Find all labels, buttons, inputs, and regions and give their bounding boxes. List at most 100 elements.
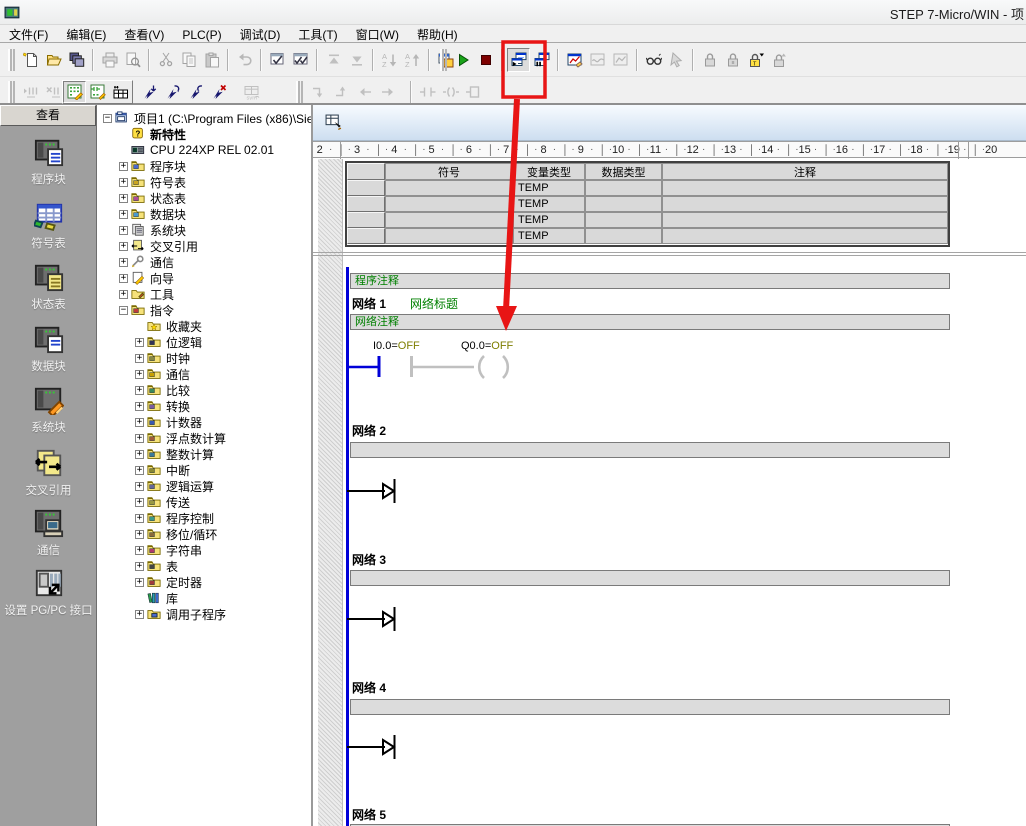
expand-expander-icon[interactable]: + <box>135 402 144 411</box>
expand-expander-icon[interactable]: + <box>135 354 144 363</box>
expand-expander-icon[interactable]: + <box>135 578 144 587</box>
download-button[interactable] <box>345 48 368 72</box>
expand-expander-icon[interactable]: + <box>119 274 128 283</box>
tree-item[interactable]: +位逻辑 <box>97 334 311 350</box>
tree-item[interactable]: +中断 <box>97 462 311 478</box>
sidebar-item-system-block[interactable]: 系统块 <box>0 385 97 435</box>
expand-expander-icon[interactable]: + <box>135 370 144 379</box>
empty-network-cursor[interactable] <box>347 476 405 506</box>
empty-network-cursor[interactable] <box>347 604 405 634</box>
lock-clear-button[interactable] <box>767 48 790 72</box>
view-symbolic-button[interactable] <box>86 81 109 103</box>
tree-item[interactable]: +程序块 <box>97 158 311 174</box>
expand-expander-icon[interactable]: + <box>119 290 128 299</box>
menu-item-help[interactable]: 帮助(H) <box>408 25 467 42</box>
tree-item[interactable]: CPU 224XP REL 02.01 <box>97 142 311 158</box>
symbol-cell[interactable] <box>385 212 513 228</box>
cursor-down-button[interactable] <box>307 81 330 103</box>
expand-expander-icon[interactable]: + <box>119 178 128 187</box>
insert-vertical-button[interactable] <box>184 81 207 103</box>
save-button[interactable] <box>65 48 88 72</box>
data-type-cell[interactable] <box>585 196 662 212</box>
table-ladder-splitter[interactable] <box>313 252 1026 253</box>
copy-button[interactable] <box>177 48 200 72</box>
print-button[interactable] <box>98 48 121 72</box>
tree-item[interactable]: 收藏夹 <box>97 318 311 334</box>
cursor-up-button[interactable] <box>330 81 353 103</box>
row-header-cell[interactable] <box>347 180 385 196</box>
tree-item[interactable]: +通信 <box>97 366 311 382</box>
var-type-cell[interactable]: TEMP <box>513 196 585 212</box>
expand-expander-icon[interactable]: + <box>135 434 144 443</box>
sidebar-item-program-block[interactable]: 程序块 <box>0 137 97 187</box>
row-header-cell[interactable] <box>347 228 385 244</box>
insert-network-button[interactable] <box>138 81 161 103</box>
program-status-button[interactable] <box>507 48 530 72</box>
sort-ascending-button[interactable]: AZ <box>378 48 401 72</box>
expand-expander-icon[interactable]: + <box>135 610 144 619</box>
collapse-expander-icon[interactable]: − <box>119 306 128 315</box>
lock-partial-button[interactable] <box>721 48 744 72</box>
network-comment-bar[interactable] <box>350 699 950 715</box>
expand-expander-icon[interactable]: + <box>119 210 128 219</box>
var-type-cell[interactable]: TEMP <box>513 180 585 196</box>
expand-expander-icon[interactable]: + <box>135 450 144 459</box>
toolbar-grip[interactable] <box>440 49 447 71</box>
symbol-cell[interactable] <box>385 228 513 244</box>
tree-item[interactable]: +传送 <box>97 494 311 510</box>
tree-item[interactable]: +计数器 <box>97 414 311 430</box>
table-ladder-splitter[interactable] <box>313 255 1026 256</box>
insert-coil-button[interactable] <box>439 81 462 103</box>
expand-expander-icon[interactable]: + <box>135 514 144 523</box>
data-type-cell[interactable] <box>585 228 662 244</box>
compile-button[interactable] <box>266 48 289 72</box>
tree-item[interactable]: +时钟 <box>97 350 311 366</box>
expand-expander-icon[interactable]: + <box>119 226 128 235</box>
bookmark-button[interactable] <box>642 48 665 72</box>
toolbar-grip[interactable] <box>8 81 15 103</box>
expand-expander-icon[interactable]: + <box>135 530 144 539</box>
tree-item[interactable]: +状态表 <box>97 190 311 206</box>
cut-button[interactable] <box>154 48 177 72</box>
expand-expander-icon[interactable]: + <box>135 546 144 555</box>
pause-status-button[interactable] <box>530 48 553 72</box>
run-button[interactable] <box>451 48 474 72</box>
comment-cell[interactable] <box>662 212 948 228</box>
unlock-button[interactable]: T <box>744 48 767 72</box>
network-comment-bar[interactable] <box>350 442 950 458</box>
tree-item[interactable]: +表 <box>97 558 311 574</box>
symbol-cell[interactable] <box>385 196 513 212</box>
tree-item[interactable]: −项目1 (C:\Program Files (x86)\Sie <box>97 110 311 126</box>
tree-item[interactable]: +程序控制 <box>97 510 311 526</box>
tree-item[interactable]: +符号表 <box>97 174 311 190</box>
sidebar-item-cross-reference[interactable]: 交叉引用 <box>0 448 97 498</box>
view-table-button[interactable] <box>109 81 132 103</box>
cursor-right-button[interactable] <box>376 81 399 103</box>
navigation-bar-header[interactable]: 查看 <box>0 105 96 126</box>
comment-cell[interactable] <box>662 228 948 244</box>
network-comment-bar[interactable] <box>350 570 950 586</box>
tree-item[interactable]: +比较 <box>97 382 311 398</box>
cursor-left-button[interactable] <box>353 81 376 103</box>
menu-item-file[interactable]: 文件(F) <box>0 25 57 42</box>
new-button[interactable] <box>19 48 42 72</box>
tree-item[interactable]: +数据块 <box>97 206 311 222</box>
symbol-info-table-button[interactable]: sym <box>238 81 266 103</box>
data-type-cell[interactable] <box>585 212 662 228</box>
menu-item-edit[interactable]: 编辑(E) <box>57 25 115 42</box>
delete-branch-button[interactable] <box>207 81 230 103</box>
toolbar-grip[interactable] <box>296 81 303 103</box>
expand-expander-icon[interactable]: + <box>135 562 144 571</box>
network-comment-bar[interactable]: 网络注释 <box>350 314 950 330</box>
menu-item-view[interactable]: 查看(V) <box>115 25 173 42</box>
tree-item[interactable]: +转换 <box>97 398 311 414</box>
paste-button[interactable] <box>200 48 223 72</box>
tree-item[interactable]: +字符串 <box>97 542 311 558</box>
toolbar-grip[interactable] <box>8 49 15 71</box>
symbol-cell[interactable] <box>385 180 513 196</box>
expand-expander-icon[interactable]: + <box>119 242 128 251</box>
expand-expander-icon[interactable]: + <box>135 418 144 427</box>
tree-item[interactable]: 库 <box>97 590 311 606</box>
menu-item-tools[interactable]: 工具(T) <box>289 25 346 42</box>
expand-expander-icon[interactable]: + <box>135 482 144 491</box>
